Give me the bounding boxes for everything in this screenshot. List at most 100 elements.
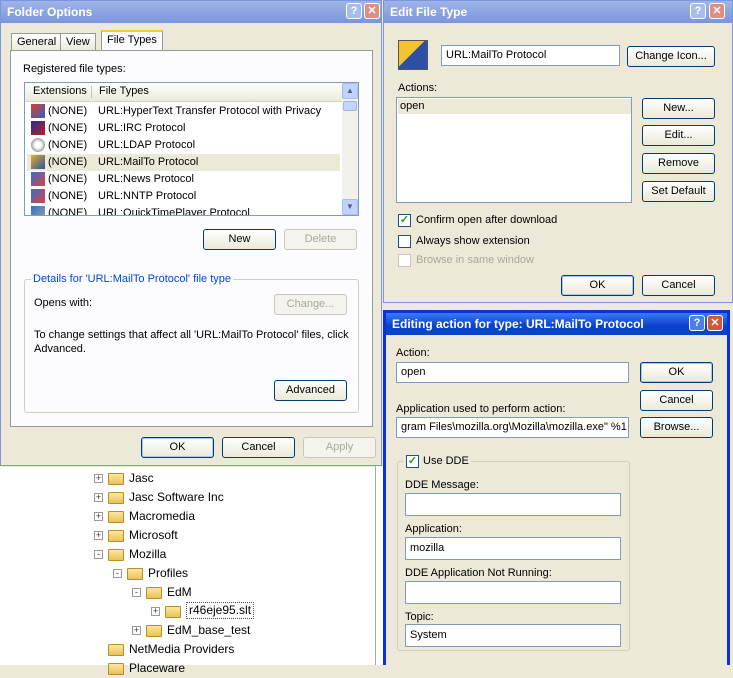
use-dde-checkbox[interactable]: ✓ bbox=[406, 455, 419, 468]
new-button[interactable]: New bbox=[203, 229, 276, 250]
list-item[interactable]: (NONE) URL:IRC Protocol bbox=[27, 120, 340, 137]
list-header: Extensions File Types bbox=[25, 83, 342, 102]
list-scrollbar[interactable]: ▲ ▼ bbox=[342, 83, 358, 215]
expand-icon[interactable]: + bbox=[94, 512, 103, 521]
expand-icon[interactable]: + bbox=[94, 474, 103, 483]
use-dde-label: Use DDE bbox=[423, 455, 469, 467]
tab-general[interactable]: General bbox=[11, 33, 63, 51]
folder-open-icon bbox=[146, 587, 162, 599]
edit-file-type-titlebar[interactable]: Edit File Type ? ✕ bbox=[384, 1, 732, 23]
new-action-button[interactable]: New... bbox=[642, 98, 715, 119]
folder-options-window: Folder Options ? ✕ General View File Typ… bbox=[0, 0, 382, 466]
cancel-button[interactable]: Cancel bbox=[222, 437, 295, 458]
expand-icon[interactable]: + bbox=[151, 607, 160, 616]
cancel-button[interactable]: Cancel bbox=[640, 390, 713, 411]
folder-open-icon bbox=[127, 568, 143, 580]
dde-not-running-label: DDE Application Not Running: bbox=[405, 567, 552, 579]
browse-button[interactable]: Browse... bbox=[640, 417, 713, 438]
help-icon[interactable]: ? bbox=[346, 3, 362, 19]
list-item[interactable]: (NONE) URL:NNTP Protocol bbox=[27, 188, 340, 205]
scroll-up-icon[interactable]: ▲ bbox=[342, 83, 358, 99]
dde-application-label: Application: bbox=[405, 523, 462, 535]
tree-item-label: Mozilla bbox=[129, 547, 167, 561]
apply-button[interactable]: Apply bbox=[303, 437, 376, 458]
tree-item-label: NetMedia Providers bbox=[129, 642, 235, 656]
advanced-info-text: To change settings that affect all 'URL:… bbox=[34, 329, 349, 355]
collapse-icon[interactable]: - bbox=[132, 588, 141, 597]
file-type-name-field[interactable]: URL:MailTo Protocol bbox=[441, 45, 620, 66]
window-title: Editing action for type: URL:MailTo Prot… bbox=[392, 317, 644, 331]
change-icon-button[interactable]: Change Icon... bbox=[627, 46, 715, 67]
application-path-field[interactable]: gram Files\mozilla.org\Mozilla\mozilla.e… bbox=[396, 417, 629, 438]
dde-message-field[interactable] bbox=[405, 493, 621, 516]
opens-with-label: Opens with: bbox=[34, 297, 93, 309]
registered-types-label: Registered file types: bbox=[23, 63, 126, 75]
tree-item-label: Microsoft bbox=[129, 528, 178, 542]
edit-action-button[interactable]: Edit... bbox=[642, 125, 715, 146]
tab-file-types[interactable]: File Types bbox=[101, 30, 163, 51]
actions-list[interactable]: open bbox=[396, 97, 632, 203]
editing-action-titlebar[interactable]: Editing action for type: URL:MailTo Prot… bbox=[386, 313, 727, 335]
list-item[interactable]: (NONE) URL:HyperText Transfer Protocol w… bbox=[27, 103, 340, 120]
close-icon[interactable]: ✕ bbox=[364, 3, 380, 19]
dde-application-field[interactable]: mozilla bbox=[405, 537, 621, 560]
column-divider bbox=[91, 86, 92, 98]
window-title: Folder Options bbox=[7, 5, 93, 19]
scroll-down-icon[interactable]: ▼ bbox=[342, 199, 358, 215]
window-title: Edit File Type bbox=[390, 5, 468, 19]
action-label: Action: bbox=[396, 347, 430, 359]
details-group-label: Details for 'URL:MailTo Protocol' file t… bbox=[31, 273, 233, 285]
dde-not-running-field[interactable] bbox=[405, 581, 621, 604]
ok-button[interactable]: OK bbox=[141, 437, 214, 458]
protocol-icon bbox=[31, 206, 45, 215]
column-header-file-types[interactable]: File Types bbox=[99, 85, 149, 97]
protocol-icon bbox=[31, 189, 45, 203]
ok-button[interactable]: OK bbox=[640, 362, 713, 383]
file-type-icon[interactable] bbox=[398, 40, 428, 70]
list-item-selected[interactable]: open bbox=[398, 99, 631, 114]
topic-field[interactable]: System bbox=[405, 624, 621, 647]
expand-icon[interactable]: + bbox=[94, 531, 103, 540]
column-header-extensions[interactable]: Extensions bbox=[33, 85, 87, 97]
collapse-icon[interactable]: - bbox=[113, 569, 122, 578]
tree-item-label: r46eje95.slt bbox=[186, 602, 255, 619]
expand-icon[interactable]: + bbox=[94, 493, 103, 502]
list-item[interactable]: (NONE) URL:News Protocol bbox=[27, 171, 340, 188]
tab-view[interactable]: View bbox=[60, 33, 96, 51]
list-item[interactable]: (NONE) URL:QuickTimePlayer Protocol bbox=[27, 205, 340, 215]
always-show-checkbox[interactable] bbox=[398, 235, 411, 248]
advanced-button[interactable]: Advanced bbox=[274, 380, 347, 401]
help-icon[interactable]: ? bbox=[690, 3, 706, 19]
close-icon[interactable]: ✕ bbox=[709, 3, 725, 19]
application-used-label: Application used to perform action: bbox=[396, 403, 566, 415]
cancel-button[interactable]: Cancel bbox=[642, 275, 715, 296]
list-item[interactable]: (NONE) URL:LDAP Protocol bbox=[27, 137, 340, 154]
collapse-icon[interactable]: - bbox=[94, 550, 103, 559]
change-button[interactable]: Change... bbox=[274, 294, 347, 315]
tree-item-label: Placeware bbox=[129, 661, 186, 675]
action-field[interactable]: open bbox=[396, 362, 629, 383]
tree-item-label: EdM bbox=[167, 585, 192, 599]
topic-label: Topic: bbox=[405, 611, 434, 623]
close-icon[interactable]: ✕ bbox=[707, 315, 723, 331]
mozilla-icon bbox=[31, 155, 45, 169]
folder-icon bbox=[108, 492, 124, 504]
remove-action-button[interactable]: Remove bbox=[642, 153, 715, 174]
help-icon[interactable]: ? bbox=[689, 315, 705, 331]
delete-button[interactable]: Delete bbox=[284, 229, 357, 250]
confirm-open-label: Confirm open after download bbox=[416, 214, 558, 226]
folder-tree[interactable]: + Jasc + Jasc Software Inc + Macromedia … bbox=[0, 467, 380, 675]
browse-same-window-checkbox[interactable] bbox=[398, 254, 411, 267]
tree-item-label: Jasc bbox=[129, 471, 154, 485]
set-default-button[interactable]: Set Default bbox=[642, 181, 715, 202]
confirm-open-checkbox[interactable]: ✓ bbox=[398, 214, 411, 227]
dde-message-label: DDE Message: bbox=[405, 479, 479, 491]
use-dde-toggle[interactable]: ✓ Use DDE bbox=[403, 454, 471, 469]
protocol-icon bbox=[31, 104, 45, 118]
file-types-list[interactable]: Extensions File Types (NONE) URL:HyperTe… bbox=[24, 82, 359, 216]
list-item-selected[interactable]: (NONE) URL:MailTo Protocol bbox=[27, 154, 340, 171]
scroll-thumb[interactable] bbox=[343, 101, 357, 111]
folder-options-titlebar[interactable]: Folder Options ? ✕ bbox=[1, 1, 381, 23]
ok-button[interactable]: OK bbox=[561, 275, 634, 296]
expand-icon[interactable]: + bbox=[132, 626, 141, 635]
